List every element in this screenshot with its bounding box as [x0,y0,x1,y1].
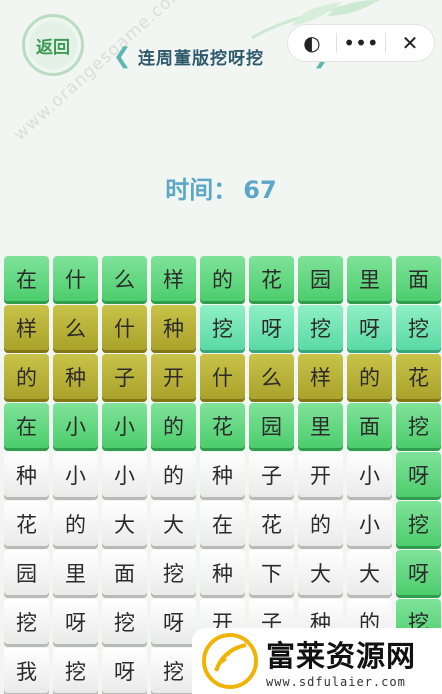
miniprogram-capsule: ◐ ••• ✕ [287,24,435,62]
word-tile[interactable]: 呀 [396,550,441,595]
word-tile[interactable]: 大 [347,550,392,595]
word-tile[interactable]: 什 [200,354,245,399]
word-tile[interactable]: 子 [102,354,147,399]
chevron-left-icon: ❮ [113,44,132,69]
wheat-logo-icon [202,633,258,689]
word-tile[interactable]: 花 [249,501,294,546]
word-tile[interactable]: 样 [298,354,343,399]
word-tile[interactable]: 花 [396,354,441,399]
word-tile[interactable]: 小 [53,452,98,497]
word-tile[interactable]: 小 [53,403,98,448]
word-tile[interactable]: 的 [151,452,196,497]
word-tile[interactable]: 种 [200,452,245,497]
word-tile[interactable]: 挖 [53,648,98,693]
site-url: www.sdfulaier.com [266,675,406,689]
word-tile[interactable]: 种 [4,452,49,497]
word-tile[interactable]: 呀 [347,305,392,350]
word-tile[interactable]: 大 [102,501,147,546]
word-tile[interactable]: 的 [151,403,196,448]
word-tile[interactable]: 挖 [151,550,196,595]
level-title: 连周董版挖呀挖 [138,48,264,69]
word-tile[interactable]: 么 [53,305,98,350]
word-tile[interactable]: 花 [4,501,49,546]
word-tile[interactable]: 种 [151,305,196,350]
close-icon[interactable]: ✕ [386,25,434,61]
word-tile[interactable]: 小 [347,452,392,497]
back-button-label: 返回 [36,37,70,58]
word-tile[interactable]: 园 [298,256,343,301]
word-tile[interactable]: 面 [102,550,147,595]
word-tile[interactable]: 样 [4,305,49,350]
word-tile[interactable]: 园 [4,550,49,595]
word-tile[interactable]: 小 [102,452,147,497]
word-tile[interactable]: 我 [4,648,49,693]
word-tile[interactable]: 挖 [102,599,147,644]
word-tile[interactable]: 在 [4,403,49,448]
game-center-icon[interactable]: ◐ [288,25,336,61]
word-tile[interactable]: 呀 [53,599,98,644]
word-tile[interactable]: 大 [151,501,196,546]
word-tile[interactable]: 挖 [151,648,196,693]
word-tile[interactable]: 呀 [396,452,441,497]
word-tile[interactable]: 开 [298,452,343,497]
word-tile[interactable]: 里 [53,550,98,595]
word-tile[interactable]: 园 [249,403,294,448]
word-tile[interactable]: 开 [151,354,196,399]
word-tile[interactable]: 小 [102,403,147,448]
word-tile[interactable]: 种 [53,354,98,399]
word-tile[interactable]: 什 [53,256,98,301]
word-tile[interactable]: 样 [151,256,196,301]
word-tile[interactable]: 挖 [298,305,343,350]
word-tile[interactable]: 小 [347,501,392,546]
word-tile[interactable]: 的 [53,501,98,546]
timer: 时间： 67 [0,170,442,205]
word-tile[interactable]: 呀 [249,305,294,350]
word-tile[interactable]: 的 [347,354,392,399]
more-icon[interactable]: ••• [337,25,385,61]
word-tile[interactable]: 什 [102,305,147,350]
site-logo-stamp: 富莱资源网 www.sdfulaier.com [192,628,442,694]
word-tile[interactable]: 大 [298,550,343,595]
site-name: 富莱资源网 [266,639,417,673]
word-tile[interactable]: 挖 [4,599,49,644]
word-tile[interactable]: 的 [200,256,245,301]
word-tile[interactable]: 里 [298,403,343,448]
word-tile[interactable]: 里 [347,256,392,301]
word-tile[interactable]: 挖 [396,501,441,546]
timer-label: 时间： [165,176,238,204]
word-tile[interactable]: 子 [249,452,294,497]
word-tile[interactable]: 面 [396,256,441,301]
word-tile[interactable]: 在 [4,256,49,301]
word-tile[interactable]: 挖 [396,403,441,448]
word-tile[interactable]: 的 [4,354,49,399]
word-tile[interactable]: 在 [200,501,245,546]
word-tile[interactable]: 花 [200,403,245,448]
word-tile[interactable]: 下 [249,550,294,595]
word-tile[interactable]: 呀 [151,599,196,644]
word-tile[interactable]: 的 [298,501,343,546]
word-tile[interactable]: 面 [347,403,392,448]
word-tile[interactable]: 挖 [396,305,441,350]
back-button[interactable]: 返回 [22,14,84,76]
timer-value: 67 [243,176,277,204]
word-tile[interactable]: 呀 [102,648,147,693]
word-tile[interactable]: 挖 [200,305,245,350]
word-tile[interactable]: 种 [200,550,245,595]
word-tile[interactable]: 花 [249,256,294,301]
word-tile[interactable]: 么 [249,354,294,399]
site-brand: 富莱资源网 www.sdfulaier.com [266,633,416,689]
word-tile[interactable]: 么 [102,256,147,301]
